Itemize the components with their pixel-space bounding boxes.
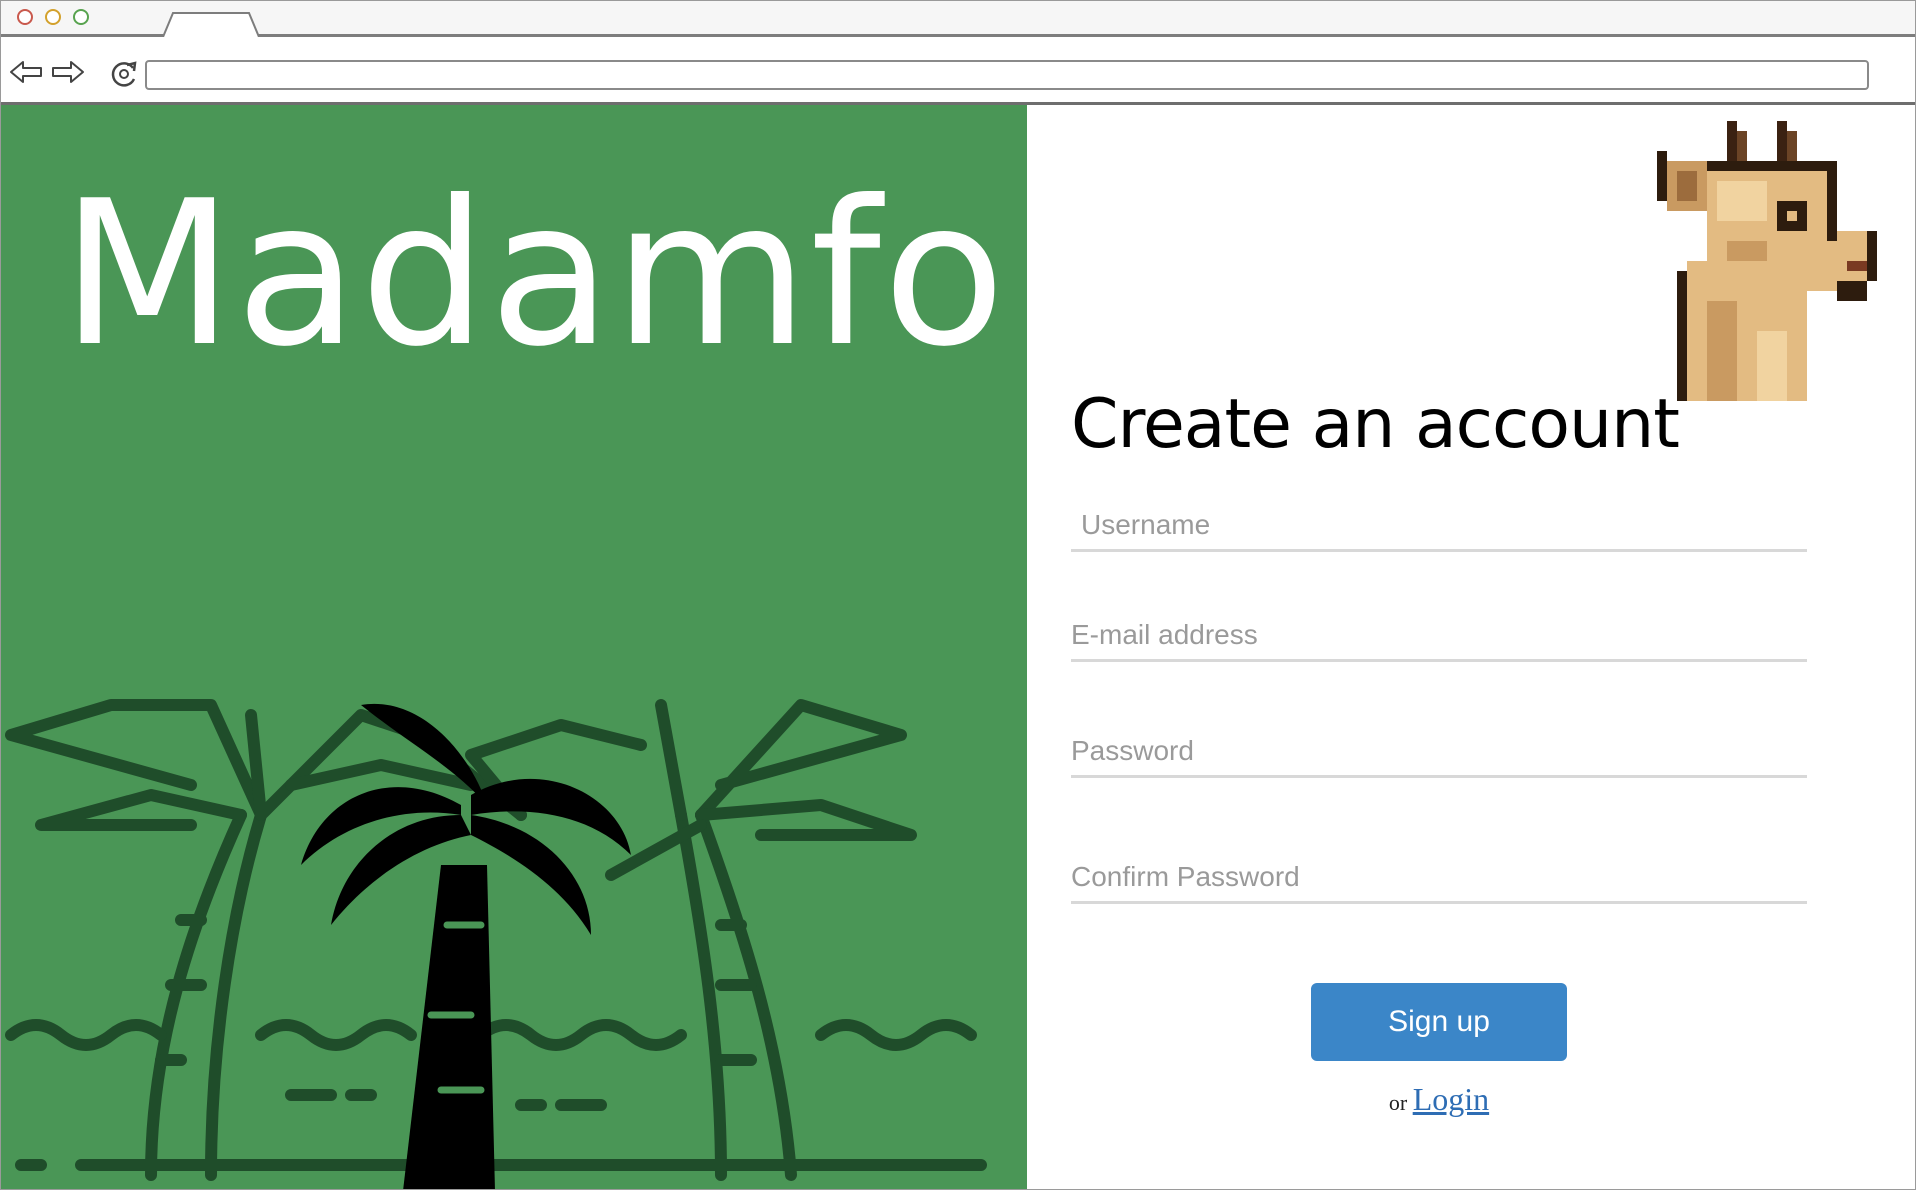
login-prefix: or: [1388, 1090, 1408, 1115]
email-field[interactable]: [1071, 615, 1807, 662]
navigation-bar: [1, 37, 1915, 105]
title-bar: [1, 1, 1915, 37]
brand-title: Madamfo: [61, 158, 1008, 391]
signup-panel: Create an account Sign up or Login: [1027, 105, 1915, 1189]
confirm-password-field[interactable]: [1071, 857, 1807, 904]
login-row: or Login: [1027, 1081, 1851, 1118]
browser-window: Madamfo Create an account Username E-mai…: [0, 0, 1916, 1190]
address-bar[interactable]: [145, 60, 1869, 90]
minimize-window-button[interactable]: [45, 9, 61, 25]
page-content: Madamfo Create an account Username E-mai…: [1, 105, 1915, 1189]
palm-trees-beach-icon: [5, 699, 987, 1189]
brand-panel: Madamfo: [1, 105, 1027, 1189]
login-link[interactable]: Login: [1413, 1081, 1489, 1117]
reload-icon[interactable]: [109, 59, 139, 89]
maximize-window-button[interactable]: [73, 9, 89, 25]
close-window-button[interactable]: [17, 9, 33, 25]
signup-button[interactable]: Sign up: [1311, 983, 1567, 1061]
forward-arrow-icon[interactable]: [51, 59, 85, 85]
back-arrow-icon[interactable]: [9, 59, 43, 85]
password-field[interactable]: [1071, 731, 1807, 778]
browser-tab[interactable]: [161, 11, 261, 37]
pixel-goat-icon: [1657, 121, 1877, 401]
username-field[interactable]: [1071, 505, 1807, 552]
form-heading: Create an account: [1071, 385, 1680, 464]
